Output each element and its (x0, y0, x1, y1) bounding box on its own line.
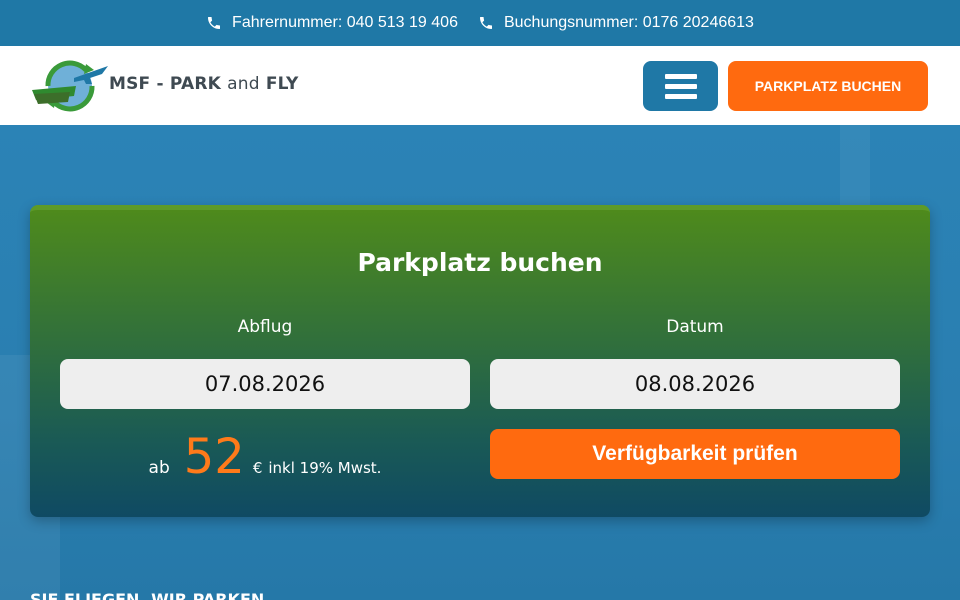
price-prefix: ab (148, 458, 170, 478)
site-header: MSF - PARK and FLY PARKPLATZ BUCHEN (0, 46, 960, 125)
hamburger-menu-icon (664, 73, 697, 79)
return-date-input[interactable] (490, 359, 900, 409)
book-parking-header-button[interactable]: PARKPLATZ BUCHEN (728, 61, 928, 111)
hero-slogan: SIE FLIEGEN, WIR PARKEN (30, 590, 265, 600)
departure-date-input[interactable] (60, 359, 470, 409)
hamburger-menu-icon (664, 93, 697, 99)
logo-text-fly: FLY (265, 74, 299, 94)
top-contact-bar: Fahrernummer: 040 513 19 406 Buchungsnum… (0, 0, 960, 46)
departure-label: Abflug (237, 317, 293, 337)
booking-card-title: Parkplatz buchen (357, 248, 603, 277)
phone-icon (208, 17, 221, 29)
driver-phone-label: Fahrernummer: 040 513 19 406 (232, 14, 458, 31)
logo-text-main: MSF - PARK (109, 74, 221, 94)
booking-phone-contact[interactable]: Buchungsnummer: 0176 20246613 (478, 14, 754, 32)
booking-phone-label: Buchungsnummer: 0176 20246613 (503, 14, 754, 31)
phone-icon (479, 17, 492, 29)
date-label: Datum (666, 317, 724, 337)
menu-button[interactable] (643, 61, 718, 111)
logo-text-and: and (227, 74, 260, 94)
price-amount: 52 (183, 429, 245, 485)
globe-airplane-logo[interactable] (30, 56, 110, 116)
logo-text[interactable]: MSF - PARK and FLY (109, 74, 299, 94)
price-tax-note: inkl 19% Mwst. (268, 459, 382, 477)
price-display: ab 52 € inkl 19% Mwst. (60, 429, 470, 485)
hero-background-shape (840, 125, 870, 205)
check-availability-button[interactable]: Verfügbarkeit prüfen (490, 429, 900, 479)
hamburger-menu-icon (664, 83, 697, 89)
driver-phone-contact[interactable]: Fahrernummer: 040 513 19 406 (206, 14, 458, 32)
price-currency: € (252, 459, 263, 477)
booking-card: Parkplatz buchen Abflug Datum ab 52 € in… (30, 205, 930, 517)
